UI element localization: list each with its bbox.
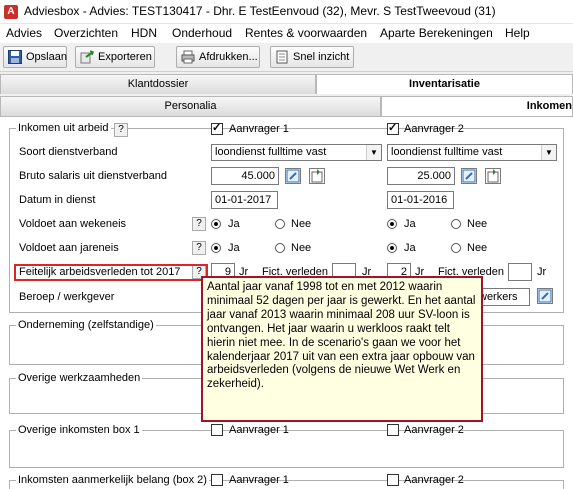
export-button[interactable]: Exporteren	[75, 46, 155, 68]
jareneis-a2-nee-radio[interactable]	[451, 243, 461, 253]
menu-help[interactable]: Help	[505, 26, 530, 40]
bruto-salaris-label: Bruto salaris uit dienstverband	[19, 170, 167, 182]
chevron-down-icon: ▼	[541, 145, 556, 160]
box1-aanvrager2-label: Aanvrager 2	[404, 424, 464, 436]
red-highlight-box	[14, 264, 208, 281]
pencil-icon	[286, 169, 300, 183]
tab-klantdossier[interactable]: Klantdossier	[0, 74, 316, 94]
jareneis-a1-ja-radio[interactable]	[211, 243, 221, 253]
aanvrager2-checkbox[interactable]	[387, 121, 399, 135]
menu-advies[interactable]: Advies	[6, 26, 42, 40]
calculator-icon	[487, 169, 499, 183]
beroep-a2-field[interactable]: werkers	[475, 288, 530, 306]
fict-jr-a2-label: Jr	[537, 266, 547, 278]
jareneis-help-button[interactable]: ?	[192, 241, 206, 255]
box1-aanvrager1-checkbox[interactable]	[211, 424, 223, 436]
toolbar: Opslaan Exporteren Afdrukken... Snel inz…	[0, 43, 573, 72]
pencil-icon	[462, 169, 476, 183]
wekeneis-a2-ja-radio[interactable]	[387, 219, 397, 229]
aanvrager1-label: Aanvrager 1	[229, 123, 289, 135]
salaris-a1-input[interactable]: 45.000	[211, 167, 279, 185]
wekeneis-a2-nee-label: Nee	[467, 218, 488, 230]
datum-in-dienst-label: Datum in dienst	[19, 194, 96, 206]
print-button[interactable]: Afdrukken...	[176, 46, 260, 68]
quick-insight-button[interactable]: Snel inzicht	[270, 46, 354, 68]
printer-icon	[181, 50, 195, 64]
box2-aanvrager2-checkbox[interactable]	[387, 474, 399, 486]
datum-a2-input[interactable]: 01-01-2016	[387, 191, 454, 209]
box1-aanvrager1-label: Aanvrager 1	[229, 424, 289, 436]
floppy-disk-icon	[8, 50, 22, 64]
jareneis-a2-ja-label: Ja	[404, 242, 416, 254]
jareneis-a1-nee-radio[interactable]	[275, 243, 285, 253]
export-icon	[80, 50, 94, 64]
calculator-icon	[311, 169, 323, 183]
wekeneis-a1-ja-radio[interactable]	[211, 219, 221, 229]
aanvrager1-checkbox[interactable]	[211, 121, 223, 135]
jareneis-label: Voldoet aan jareneis	[19, 242, 119, 254]
jareneis-a1-ja-label: Ja	[228, 242, 240, 254]
app-icon: A	[4, 5, 18, 19]
fict-a2-input[interactable]	[508, 263, 532, 281]
box2-aanvrager1-checkbox[interactable]	[211, 474, 223, 486]
tab-personalia[interactable]: Personalia	[0, 96, 381, 116]
soort-dienstverband-label: Soort dienstverband	[19, 146, 118, 158]
menu-onderhoud[interactable]: Onderhoud	[172, 26, 232, 40]
legend-overige-werk: Overige werkzaamheden	[16, 372, 143, 384]
jareneis-a1-nee-label: Nee	[291, 242, 312, 254]
calc-salaris-a2-button[interactable]	[485, 168, 501, 184]
help-button[interactable]: ?	[114, 123, 128, 137]
notebook-icon	[276, 50, 288, 64]
salaris-a2-input[interactable]: 25.000	[387, 167, 455, 185]
edit-salaris-a2-button[interactable]	[461, 168, 477, 184]
menu-overzichten[interactable]: Overzichten	[54, 26, 118, 40]
pencil-icon	[538, 289, 552, 303]
window-title: Adviesbox - Advies: TEST130417 - Dhr. E …	[24, 4, 496, 18]
beroep-werkgever-label: Beroep / werkgever	[19, 291, 115, 303]
arbeidsverleden-tooltip: Aantal jaar vanaf 1998 tot en met 2012 w…	[201, 276, 483, 422]
dienstverband-a2-select[interactable]: loondienst fulltime vast ▼	[387, 144, 557, 161]
dienstverband-a1-select[interactable]: loondienst fulltime vast ▼	[211, 144, 382, 161]
wekeneis-a2-nee-radio[interactable]	[451, 219, 461, 229]
legend-inkomen-arbeid: Inkomen uit arbeid	[16, 122, 111, 134]
box1-aanvrager2-checkbox[interactable]	[387, 424, 399, 436]
jareneis-a2-nee-label: Nee	[467, 242, 488, 254]
edit-salaris-a1-button[interactable]	[285, 168, 301, 184]
menu-aparte-berekeningen[interactable]: Aparte Berekeningen	[380, 26, 493, 40]
wekeneis-help-button[interactable]: ?	[192, 217, 206, 231]
datum-a1-input[interactable]: 01-01-2017	[211, 191, 278, 209]
main-tabs: Klantdossier Inventarisatie	[0, 74, 573, 94]
legend-overige-box1: Overige inkomsten box 1	[16, 424, 142, 436]
chevron-down-icon: ▼	[366, 145, 381, 160]
legend-aanmerkelijk-belang: Inkomsten aanmerkelijk belang (box 2)	[16, 474, 209, 486]
wekeneis-label: Voldoet aan wekeneis	[19, 218, 127, 230]
legend-onderneming: Onderneming (zelfstandige)	[16, 319, 156, 331]
wekeneis-a1-nee-label: Nee	[291, 218, 312, 230]
wekeneis-a1-nee-radio[interactable]	[275, 219, 285, 229]
edit-beroep-a2-button[interactable]	[537, 288, 553, 304]
menu-rentes[interactable]: Rentes & voorwaarden	[245, 26, 367, 40]
title-bar: A Adviesbox - Advies: TEST130417 - Dhr. …	[0, 0, 573, 24]
wekeneis-a2-ja-label: Ja	[404, 218, 416, 230]
wekeneis-a1-ja-label: Ja	[228, 218, 240, 230]
aanvrager2-label: Aanvrager 2	[404, 123, 464, 135]
tab-inventarisatie[interactable]: Inventarisatie	[316, 74, 573, 94]
box2-aanvrager2-label: Aanvrager 2	[404, 474, 464, 486]
sub-tabs: Personalia Inkomen	[0, 96, 573, 116]
calc-salaris-a1-button[interactable]	[309, 168, 325, 184]
menu-hdn[interactable]: HDN	[131, 26, 157, 40]
tab-inkomen[interactable]: Inkomen	[381, 96, 573, 116]
save-button[interactable]: Opslaan	[3, 46, 67, 68]
menu-bar: Advies Overzichten HDN Onderhoud Rentes …	[0, 24, 573, 43]
jareneis-a2-ja-radio[interactable]	[387, 243, 397, 253]
box2-aanvrager1-label: Aanvrager 1	[229, 474, 289, 486]
